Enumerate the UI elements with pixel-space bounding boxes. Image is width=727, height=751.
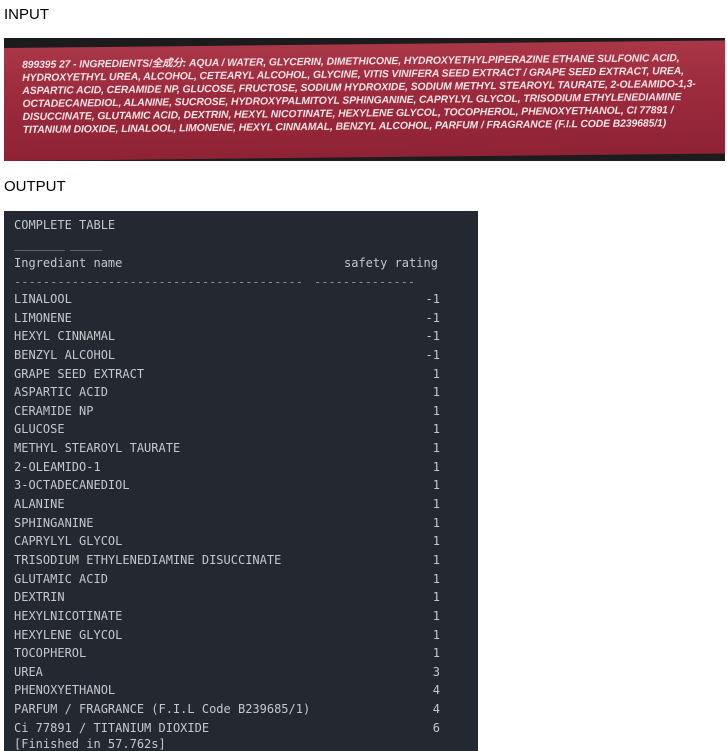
safety-rating: 6 bbox=[432, 720, 440, 735]
terminal-output: COMPLETE TABLE ________ _____ Ingrediant… bbox=[4, 211, 478, 751]
ingredient-table: LINALOOL -1 LIMONENE -1 HEXYL CINNAMAL -1 BENZ… bbox=[14, 290, 440, 737]
safety-rating: 1 bbox=[432, 459, 440, 474]
safety-rating: 1 bbox=[432, 534, 440, 549]
ingredient-name: PHENOXYETHANOL bbox=[14, 683, 116, 698]
safety-rating: 1 bbox=[432, 422, 440, 437]
ingredient-name: GLUCOSE bbox=[14, 422, 65, 437]
table-row: ASPARTIC ACID 1 bbox=[14, 383, 440, 402]
column-header-rating: safety rating bbox=[344, 256, 438, 270]
table-row: TOCOPHEROL 1 bbox=[14, 644, 440, 663]
ingredient-name: Ci 77891 / TITANIUM DIOXIDE bbox=[14, 720, 210, 735]
table-row: BENZYL ALCOHOL -1 bbox=[14, 346, 440, 365]
safety-rating: 1 bbox=[432, 515, 440, 530]
table-title: COMPLETE TABLE bbox=[14, 218, 116, 232]
table-row: PARFUM / FRAGRANCE (F.I.L Code B239685/1… bbox=[14, 700, 440, 719]
safety-rating: 4 bbox=[432, 683, 440, 698]
table-row: CAPRYLYL GLYCOL 1 bbox=[14, 532, 440, 551]
safety-rating: 1 bbox=[432, 571, 440, 586]
output-heading: OUTPUT bbox=[4, 178, 66, 195]
safety-rating: -1 bbox=[425, 292, 440, 306]
table-row: LINALOOL -1 bbox=[14, 290, 440, 309]
safety-rating: 1 bbox=[432, 497, 440, 512]
ingredient-name: TRISODIUM ETHYLENEDIAMINE DISUCCINATE bbox=[14, 552, 282, 567]
ingredient-name: 3-OCTADECANEDIOL bbox=[14, 478, 130, 493]
ingredient-name: LIMONENE bbox=[14, 310, 72, 325]
ingredient-name: LINALOOL bbox=[14, 292, 72, 306]
ingredient-name: PARFUM / FRAGRANCE (F.I.L Code B239685/1… bbox=[14, 702, 311, 717]
table-row: Ci 77891 / TITANIUM DIOXIDE 6 bbox=[14, 719, 440, 738]
safety-rating: 1 bbox=[432, 552, 440, 567]
table-row: SPHINGANINE 1 bbox=[14, 514, 440, 533]
ingredient-name: DEXTRIN bbox=[14, 590, 65, 605]
safety-rating: 4 bbox=[432, 702, 440, 717]
header-rule-rating: -------------- bbox=[314, 275, 416, 289]
table-row: HEXYL CINNAMAL -1 bbox=[14, 327, 440, 346]
safety-rating: 1 bbox=[432, 646, 440, 661]
ingredient-name: METHYL STEAROYL TAURATE bbox=[14, 441, 181, 456]
table-row: METHYL STEAROYL TAURATE 1 bbox=[14, 439, 440, 458]
ingredient-name: CAPRYLYL GLYCOL bbox=[14, 534, 123, 549]
safety-rating: 1 bbox=[432, 385, 440, 400]
table-row: ALANINE 1 bbox=[14, 495, 440, 514]
header-rule-name: ---------------------------------------- bbox=[14, 275, 303, 289]
ingredient-name: TOCOPHEROL bbox=[14, 646, 87, 661]
table-row: GRAPE SEED EXTRACT 1 bbox=[14, 365, 440, 384]
safety-rating: 1 bbox=[432, 441, 440, 456]
ingredient-name: UREA bbox=[14, 664, 43, 679]
table-row: GLUCOSE 1 bbox=[14, 420, 440, 439]
table-row: CERAMIDE NP 1 bbox=[14, 402, 440, 421]
table-row: HEXYLENE GLYCOL 1 bbox=[14, 626, 440, 645]
table-row: TRISODIUM ETHYLENEDIAMINE DISUCCINATE 1 bbox=[14, 551, 440, 570]
ingredients-label-text: 899395 27 - INGREDIENTS/全成分: AQUA / WATE… bbox=[22, 53, 696, 136]
safety-rating: 1 bbox=[432, 478, 440, 493]
safety-rating: 1 bbox=[432, 403, 440, 418]
ingredient-name: GLUTAMIC ACID bbox=[14, 571, 108, 586]
table-row: GLUTAMIC ACID 1 bbox=[14, 570, 440, 589]
safety-rating: 1 bbox=[432, 627, 440, 642]
safety-rating: 1 bbox=[432, 366, 440, 381]
input-heading: INPUT bbox=[4, 6, 49, 23]
finished-status: [Finished in 57.762s] bbox=[14, 737, 166, 751]
table-row: UREA 3 bbox=[14, 663, 440, 682]
table-row: DEXTRIN 1 bbox=[14, 588, 440, 607]
table-row: PHENOXYETHANOL 4 bbox=[14, 681, 440, 700]
ingredient-name: HEXYL CINNAMAL bbox=[14, 329, 116, 344]
ingredient-name: HEXYLENE GLYCOL bbox=[14, 627, 123, 642]
table-row: LIMONENE -1 bbox=[14, 309, 440, 328]
ingredient-name: GRAPE SEED EXTRACT bbox=[14, 366, 145, 381]
ingredient-name: HEXYLNICOTINATE bbox=[14, 608, 123, 623]
safety-rating: -1 bbox=[425, 329, 440, 344]
table-title-underline: ________ _____ bbox=[14, 237, 102, 251]
table-row: 2-OLEAMIDO-1 1 bbox=[14, 458, 440, 477]
ingredient-name: 2-OLEAMIDO-1 bbox=[14, 459, 101, 474]
table-row: HEXYLNICOTINATE 1 bbox=[14, 607, 440, 626]
column-header-name: Ingrediant name bbox=[14, 256, 123, 270]
safety-rating: -1 bbox=[425, 347, 440, 362]
table-row: 3-OCTADECANEDIOL 1 bbox=[14, 476, 440, 495]
ingredient-name: CERAMIDE NP bbox=[14, 403, 94, 418]
product-label-photo: 899395 27 - INGREDIENTS/全成分: AQUA / WATE… bbox=[4, 38, 725, 161]
safety-rating: -1 bbox=[425, 310, 440, 325]
ingredient-name: ALANINE bbox=[14, 497, 65, 512]
safety-rating: 1 bbox=[432, 590, 440, 605]
safety-rating: 1 bbox=[432, 608, 440, 623]
ingredient-name: SPHINGANINE bbox=[14, 515, 94, 530]
safety-rating: 3 bbox=[432, 664, 440, 679]
ingredient-name: ASPARTIC ACID bbox=[14, 385, 108, 400]
ingredient-name: BENZYL ALCOHOL bbox=[14, 347, 116, 362]
